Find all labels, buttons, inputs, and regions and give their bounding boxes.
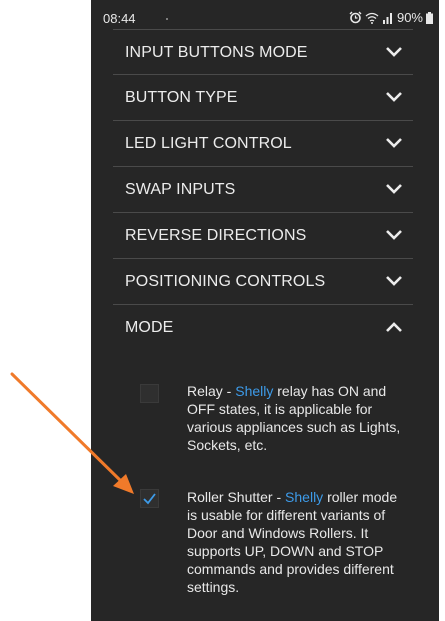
annotation-arrow (10, 372, 134, 494)
